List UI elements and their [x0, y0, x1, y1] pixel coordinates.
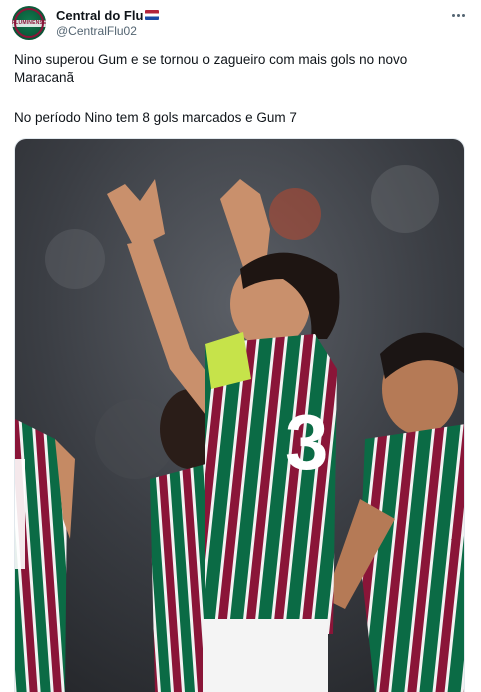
tweet-photo[interactable]: 3 [14, 138, 465, 692]
dot [451, 13, 455, 17]
jersey-number: 3 [285, 398, 328, 486]
photo-illustration: 3 [15, 139, 464, 692]
hungary-flag-icon [145, 10, 160, 20]
tweet-text-line-2: No período Nino tem 8 gols marcados e Gu… [14, 110, 297, 125]
dot [456, 13, 460, 17]
tweet-text-line-1: Nino superou Gum e se tornou o zagueiro … [14, 52, 408, 85]
author-handle[interactable]: @CentralFlu02 [56, 24, 137, 38]
main-player-jersey: 3 [203, 332, 337, 692]
profile-avatar[interactable]: FLUMINENSE [12, 6, 46, 40]
dot [461, 13, 465, 17]
avatar-ring [14, 8, 44, 38]
more-options-icon[interactable] [448, 8, 468, 22]
tweet-card: FLUMINENSE Central do Flu @CentralFlu02 … [0, 0, 481, 692]
shorts [203, 619, 328, 692]
main-player-head [230, 252, 340, 348]
display-name[interactable]: Central do Flu [56, 8, 143, 23]
author-name-row: Central do Flu [56, 7, 160, 23]
